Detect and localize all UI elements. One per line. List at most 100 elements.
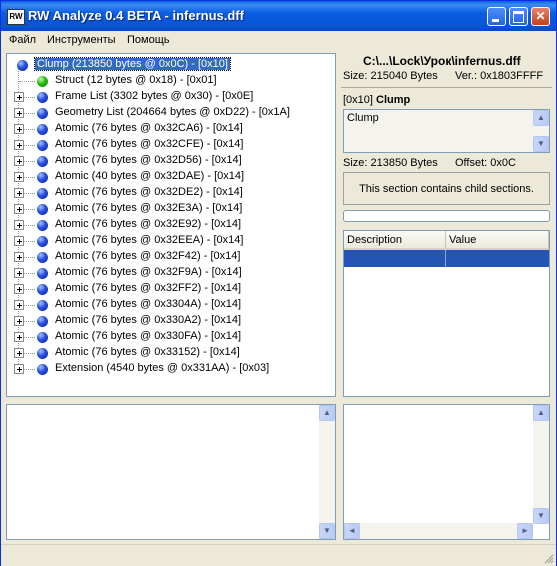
- tree-node[interactable]: Atomic (76 bytes @ 0x3304A) - [0x14]: [7, 297, 327, 313]
- grid-row-selected[interactable]: [344, 250, 549, 267]
- tree-node[interactable]: Extension (4540 bytes @ 0x331AA) - [0x03…: [7, 361, 327, 377]
- tree-node-label: Atomic (76 bytes @ 0x330A2) - [0x14]: [55, 314, 242, 326]
- tree-node[interactable]: Atomic (76 bytes @ 0x32CFE) - [0x14]: [7, 137, 327, 153]
- expand-icon[interactable]: [14, 156, 24, 166]
- scroll-up-icon[interactable]: ▲: [533, 405, 549, 421]
- tree-node[interactable]: Atomic (76 bytes @ 0x32FF2) - [0x14]: [7, 281, 327, 297]
- properties-grid[interactable]: Description Value: [343, 230, 550, 397]
- tree-node[interactable]: Atomic (40 bytes @ 0x32DAE) - [0x14]: [7, 169, 327, 185]
- section-name: Clump: [376, 94, 411, 106]
- tree-node[interactable]: Atomic (76 bytes @ 0x32D56) - [0x14]: [7, 153, 327, 169]
- tree-node[interactable]: Atomic (76 bytes @ 0x33152) - [0x14]: [7, 345, 327, 361]
- menu-file[interactable]: Файл: [9, 34, 36, 46]
- expand-icon[interactable]: [14, 108, 24, 118]
- tree-node[interactable]: Atomic (76 bytes @ 0x32E3A) - [0x14]: [7, 201, 327, 217]
- tree-node[interactable]: Clump (213850 bytes @ 0x0C) - [0x10]: [7, 57, 327, 73]
- tree-node-label: Atomic (76 bytes @ 0x32F9A) - [0x14]: [55, 266, 242, 278]
- log-pane[interactable]: ▲ ▼: [6, 404, 336, 540]
- scroll-down-icon[interactable]: ▼: [319, 523, 335, 539]
- tree-node[interactable]: Atomic (76 bytes @ 0x32F9A) - [0x14]: [7, 265, 327, 281]
- scroll-up-icon[interactable]: ▲: [319, 405, 335, 421]
- menu-tools[interactable]: Инструменты: [47, 34, 116, 46]
- tree-node-label: Atomic (76 bytes @ 0x32E92) - [0x14]: [55, 218, 242, 230]
- app-icon[interactable]: RW: [7, 9, 25, 25]
- close-icon: ✕: [535, 9, 546, 23]
- tree-node[interactable]: Atomic (76 bytes @ 0x330A2) - [0x14]: [7, 313, 327, 329]
- tree-node-label: Atomic (76 bytes @ 0x32D56) - [0x14]: [55, 154, 242, 166]
- column-header-value[interactable]: Value: [446, 231, 549, 250]
- tree-node[interactable]: Atomic (76 bytes @ 0x32F42) - [0x14]: [7, 249, 327, 265]
- expand-icon[interactable]: [14, 268, 24, 278]
- preview-vertical-scrollbar[interactable]: ▲ ▼: [533, 405, 549, 524]
- blue-node-icon: [37, 188, 48, 199]
- blue-node-icon: [37, 92, 48, 103]
- tree-node[interactable]: Atomic (76 bytes @ 0x32CA6) - [0x14]: [7, 121, 327, 137]
- tree-node-label: Atomic (76 bytes @ 0x32E3A) - [0x14]: [55, 202, 243, 214]
- preview-horizontal-scrollbar[interactable]: ◄ ►: [344, 523, 533, 539]
- status-bar: [1, 544, 556, 566]
- blue-node-icon: [37, 220, 48, 231]
- expand-icon[interactable]: [14, 220, 24, 230]
- expand-icon[interactable]: [14, 204, 24, 214]
- blue-node-icon: [37, 204, 48, 215]
- expand-icon[interactable]: [14, 140, 24, 150]
- blue-node-icon: [37, 316, 48, 327]
- scroll-down-icon[interactable]: ▼: [533, 508, 549, 524]
- expand-icon[interactable]: [14, 188, 24, 198]
- expand-icon[interactable]: [14, 348, 24, 358]
- expand-icon[interactable]: [14, 172, 24, 182]
- scroll-up-icon[interactable]: ▲: [533, 110, 549, 126]
- green-node-icon: [37, 76, 48, 87]
- section-size: Size: 213850 Bytes: [343, 157, 438, 169]
- tree-node[interactable]: Atomic (76 bytes @ 0x32E92) - [0x14]: [7, 217, 327, 233]
- description-scrollbar[interactable]: ▲ ▼: [533, 110, 549, 152]
- tree-node[interactable]: Frame List (3302 bytes @ 0x30) - [0x0E]: [7, 89, 327, 105]
- expand-icon[interactable]: [14, 332, 24, 342]
- expand-icon[interactable]: [14, 364, 24, 374]
- menu-help[interactable]: Помощь: [127, 34, 170, 46]
- size-grip-icon[interactable]: [544, 554, 554, 564]
- minimize-button[interactable]: [487, 7, 506, 26]
- maximize-button[interactable]: [509, 7, 528, 26]
- expand-icon[interactable]: [14, 284, 24, 294]
- tree-node-label: Struct (12 bytes @ 0x18) - [0x01]: [55, 74, 217, 86]
- section-tree[interactable]: Clump (213850 bytes @ 0x0C) - [0x10] Stru…: [6, 53, 336, 397]
- expand-icon[interactable]: [14, 252, 24, 262]
- title-bar[interactable]: RW RW Analyze 0.4 BETA - infernus.dff ✕: [1, 1, 556, 31]
- expand-icon[interactable]: [14, 236, 24, 246]
- preview-pane[interactable]: ▲ ▼ ◄ ►: [343, 404, 550, 540]
- tree-node[interactable]: Atomic (76 bytes @ 0x32EEA) - [0x14]: [7, 233, 327, 249]
- section-description: Clump: [347, 112, 379, 124]
- blue-node-icon: [37, 332, 48, 343]
- expand-icon[interactable]: [14, 316, 24, 326]
- tree-node[interactable]: Struct (12 bytes @ 0x18) - [0x01]: [7, 73, 327, 89]
- tree-node-label: Atomic (76 bytes @ 0x32EEA) - [0x14]: [55, 234, 244, 246]
- scroll-down-icon[interactable]: ▼: [533, 136, 549, 152]
- close-button[interactable]: ✕: [531, 7, 550, 26]
- file-version: Ver.: 0x1803FFFF: [455, 70, 544, 82]
- tree-node[interactable]: Atomic (76 bytes @ 0x330FA) - [0x14]: [7, 329, 327, 345]
- section-id: [0x10]: [343, 94, 373, 106]
- expand-icon[interactable]: [14, 300, 24, 310]
- blue-node-icon: [37, 108, 48, 119]
- section-status: This section contains child sections.: [343, 172, 550, 205]
- tree-node[interactable]: Atomic (76 bytes @ 0x32DE2) - [0x14]: [7, 185, 327, 201]
- tree-node-label: Clump (213850 bytes @ 0x0C) - [0x10]: [34, 57, 231, 71]
- log-vertical-scrollbar[interactable]: ▲ ▼: [319, 405, 335, 539]
- menu-bar: Файл Инструменты Помощь: [1, 31, 556, 50]
- expand-icon[interactable]: [14, 92, 24, 102]
- section-description-box[interactable]: Clump ▲ ▼: [343, 109, 550, 153]
- scroll-right-icon[interactable]: ►: [517, 523, 533, 539]
- column-header-description[interactable]: Description: [344, 231, 446, 250]
- scroll-left-icon[interactable]: ◄: [344, 523, 360, 539]
- tree-connector: [19, 81, 35, 82]
- blue-node-icon: [37, 156, 48, 167]
- blue-node-icon: [37, 252, 48, 263]
- section-offset: Offset: 0x0C: [455, 157, 516, 169]
- expand-icon[interactable]: [14, 124, 24, 134]
- tree-node[interactable]: Geometry List (204664 bytes @ 0xD22) - […: [7, 105, 327, 121]
- tree-node-label: Atomic (76 bytes @ 0x32FF2) - [0x14]: [55, 282, 242, 294]
- file-size: Size: 215040 Bytes: [343, 70, 438, 82]
- blue-node-icon: [37, 268, 48, 279]
- grid-cell-divider: [445, 250, 446, 267]
